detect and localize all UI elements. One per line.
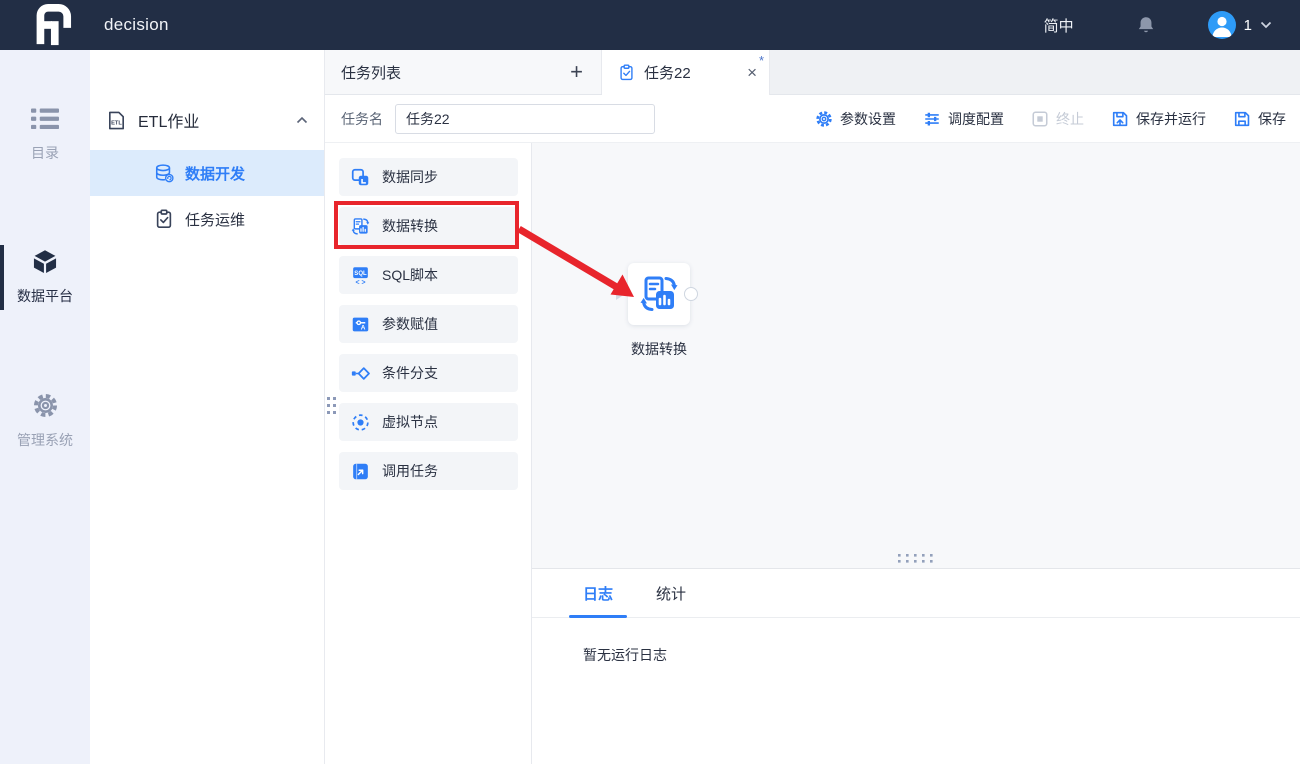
palette-item-call-task[interactable]: 调用任务 (339, 452, 518, 490)
svg-text:SQL: SQL (354, 271, 367, 277)
tab-log[interactable]: 日志 (583, 569, 613, 618)
panel-resize-handle-icon[interactable] (898, 553, 934, 565)
tab-task22[interactable]: 任务22 × * (602, 50, 770, 95)
svg-text:ETL: ETL (111, 120, 122, 126)
sidebar-etl: ETL ETL作业 数据开发 (90, 50, 325, 764)
left-rail: 目录 数据平台 管理系统 (0, 50, 90, 764)
node-input-port[interactable] (616, 288, 625, 300)
etl-document-icon: ETL (106, 110, 127, 131)
user-avatar (1208, 11, 1236, 39)
app-window: decision 简中 1 (0, 0, 1300, 764)
clipboard-check-icon (154, 209, 174, 229)
sidebar-group-etl-jobs[interactable]: ETL ETL作业 (90, 100, 324, 140)
rail-item-data-platform[interactable]: 数据平台 (0, 243, 90, 312)
call-task-icon (351, 462, 370, 481)
database-sync-icon (154, 163, 174, 183)
save-and-run-icon (1111, 110, 1129, 128)
node-output-port[interactable] (684, 287, 698, 301)
user-menu[interactable]: 1 (1208, 11, 1272, 39)
rail-item-admin[interactable]: 管理系统 (0, 386, 90, 456)
node-palette: 数据同步 数据转换 SQL < > SQL脚本 (325, 143, 532, 764)
palette-item-sql-script[interactable]: SQL < > SQL脚本 (339, 256, 518, 294)
data-sync-icon (351, 168, 370, 187)
add-task-button[interactable]: + (570, 61, 583, 83)
sidebar-item-task-ops[interactable]: 任务运维 (90, 196, 324, 242)
save-button[interactable]: 保存 (1233, 109, 1286, 129)
palette-item-data-transform[interactable]: 数据转换 (339, 207, 518, 245)
clipboard-check-icon (618, 64, 635, 81)
sql-script-icon: SQL < > (351, 266, 370, 285)
schedule-sliders-icon (923, 110, 941, 128)
fanruan-logo-icon[interactable] (28, 3, 72, 47)
rail-item-catalog[interactable]: 目录 (0, 100, 90, 169)
stop-icon (1031, 110, 1049, 128)
param-settings-button[interactable]: 参数设置 (815, 109, 896, 129)
tab-label: 任务22 (644, 62, 691, 83)
palette-item-param-assign[interactable]: A 参数赋值 (339, 305, 518, 343)
etl-canvas[interactable]: 数据转换 (532, 143, 1300, 568)
language-switch[interactable]: 简中 (1044, 15, 1074, 36)
sidebar-item-data-development[interactable]: 数据开发 (90, 150, 324, 196)
canvas-node-label: 数据转换 (595, 339, 723, 359)
log-panel: 日志 统计 暂无运行日志 (532, 568, 1300, 764)
log-empty-message: 暂无运行日志 (532, 618, 1300, 665)
palette-item-virtual-node[interactable]: 虚拟节点 (339, 403, 518, 441)
admin-gear-icon (32, 392, 59, 419)
chevron-down-icon (1260, 21, 1272, 29)
sidebar-item-label: 数据开发 (185, 163, 245, 184)
person-icon (1208, 11, 1236, 39)
virtual-node-icon (351, 413, 370, 432)
username: 1 (1244, 17, 1252, 34)
sidebar-group-label: ETL作业 (138, 108, 199, 132)
data-platform-cube-icon (31, 249, 59, 275)
tab-strip-filler (770, 50, 1300, 94)
bell-icon[interactable] (1136, 15, 1156, 35)
task-toolbar: 任务名 参数设置 调度配置 (325, 95, 1300, 143)
schedule-config-button[interactable]: 调度配置 (923, 109, 1004, 129)
rail-item-label: 管理系统 (17, 430, 73, 450)
rail-item-label: 目录 (31, 143, 59, 163)
sidebar-item-label: 任务运维 (185, 209, 245, 230)
task-name-label: 任务名 (341, 109, 383, 129)
palette-drag-handle-icon[interactable] (326, 395, 338, 421)
task-list-panel-header: 任务列表 + (325, 50, 602, 94)
svg-text:A: A (361, 324, 366, 331)
param-assign-icon: A (351, 315, 370, 334)
data-transform-icon (639, 274, 679, 314)
settings-gear-icon (815, 110, 833, 128)
palette-item-data-sync[interactable]: 数据同步 (339, 158, 518, 196)
rail-item-label: 数据平台 (17, 286, 73, 306)
app-title: decision (104, 15, 169, 35)
chevron-up-icon[interactable] (296, 116, 308, 124)
save-and-run-button[interactable]: 保存并运行 (1111, 109, 1206, 129)
tab-strip: 任务列表 + 任务22 × * (325, 50, 1300, 95)
condition-branch-icon (351, 364, 370, 383)
catalog-list-icon (31, 106, 59, 132)
tab-statistics[interactable]: 统计 (656, 569, 686, 618)
canvas-node-data-transform[interactable] (628, 263, 690, 325)
svg-text:< >: < > (356, 279, 366, 284)
tab-close-icon[interactable]: × (747, 63, 757, 83)
data-transform-icon (351, 217, 370, 236)
palette-item-condition-branch[interactable]: 条件分支 (339, 354, 518, 392)
tab-modified-mark: * (759, 53, 764, 68)
task-name-input[interactable] (395, 104, 655, 134)
topbar: decision 简中 1 (0, 0, 1300, 50)
task-list-title: 任务列表 (341, 62, 401, 83)
terminate-button[interactable]: 终止 (1031, 109, 1084, 129)
save-icon (1233, 110, 1251, 128)
